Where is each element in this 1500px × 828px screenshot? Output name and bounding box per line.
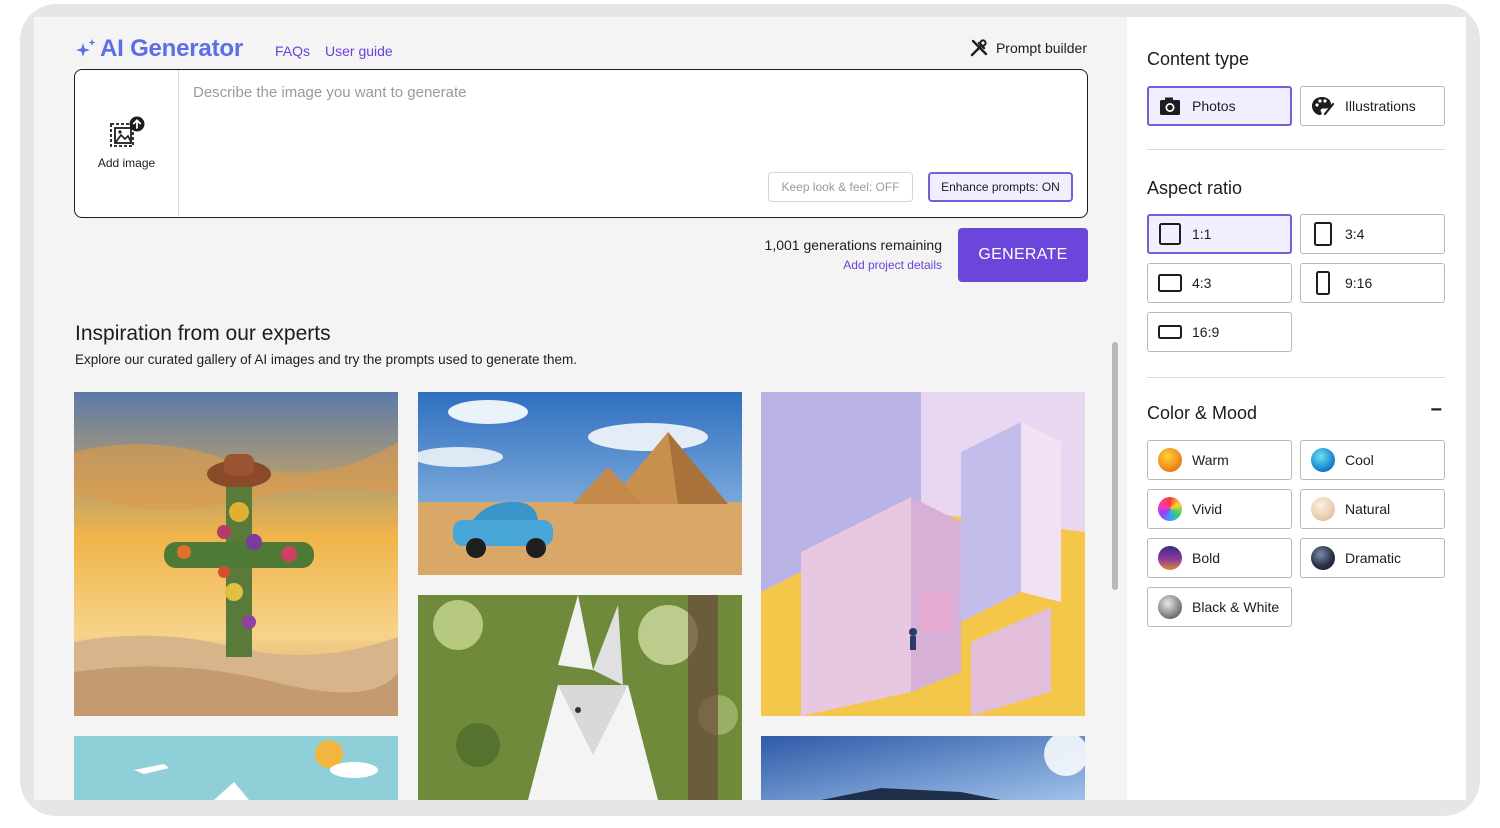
tools-icon (970, 39, 988, 57)
ratio-label: 1:1 (1192, 226, 1212, 242)
photos-label: Photos (1192, 98, 1236, 114)
settings-sidebar: Content type Photos Illustrations Aspect… (1127, 17, 1466, 800)
aspect-ratio-3-4[interactable]: 3:4 (1300, 214, 1445, 254)
tall-ratio-icon (1311, 271, 1335, 295)
collapse-icon[interactable]: − (1430, 400, 1442, 420)
section-divider (1147, 377, 1445, 378)
gallery-image-origami-rabbit[interactable] (418, 595, 742, 800)
dramatic-swatch-icon (1311, 546, 1335, 570)
inspiration-subtitle: Explore our curated gallery of AI images… (75, 352, 578, 367)
mood-label: Bold (1192, 550, 1221, 566)
prompt-input[interactable] (193, 84, 1053, 164)
sparkle-icon (76, 39, 96, 57)
section-divider (1147, 149, 1445, 150)
black-white-swatch-icon (1158, 595, 1182, 619)
add-image-icon (109, 116, 144, 147)
enhance-prompts-toggle[interactable]: Enhance prompts: ON (928, 172, 1073, 202)
bold-swatch-icon (1158, 546, 1182, 570)
square-ratio-icon (1158, 222, 1182, 246)
mood-label: Warm (1192, 452, 1229, 468)
main-panel: AI Generator FAQs User guide Prompt buil… (34, 17, 1127, 800)
camera-icon (1158, 94, 1182, 118)
prompt-builder-button[interactable]: Prompt builder (970, 39, 1087, 57)
color-mood-title: Color & Mood (1147, 403, 1258, 423)
portrait-ratio-icon (1311, 222, 1335, 246)
faqs-link[interactable]: FAQs (275, 43, 310, 59)
gallery-image-car-pyramids[interactable] (418, 392, 742, 575)
app-screen: AI Generator FAQs User guide Prompt buil… (34, 17, 1466, 800)
keep-look-toggle[interactable]: Keep look & feel: OFF (768, 172, 913, 202)
warm-swatch-icon (1158, 448, 1182, 472)
natural-swatch-icon (1311, 497, 1335, 521)
add-image-label: Add image (97, 156, 156, 170)
wide-ratio-icon (1158, 320, 1182, 344)
mood-label: Natural (1345, 501, 1391, 517)
mood-label: Dramatic (1345, 550, 1402, 566)
ratio-label: 3:4 (1345, 226, 1365, 242)
mood-label: Cool (1345, 452, 1374, 468)
mood-label: Vivid (1192, 501, 1223, 517)
mood-cool[interactable]: Cool (1300, 440, 1445, 480)
add-image-button[interactable]: Add image (75, 70, 179, 216)
illustrations-label: Illustrations (1345, 98, 1416, 114)
generate-button[interactable]: GENERATE (958, 228, 1088, 282)
palette-icon (1311, 94, 1335, 118)
mood-warm[interactable]: Warm (1147, 440, 1292, 480)
ratio-label: 4:3 (1192, 275, 1212, 291)
generations-remaining: 1,001 generations remaining (764, 237, 942, 253)
gallery-scrollbar[interactable] (1112, 342, 1118, 590)
prompt-box: Add image Keep look & feel: OFF Enhance … (74, 69, 1088, 218)
prompt-builder-label: Prompt builder (995, 40, 1087, 56)
app-logo[interactable]: AI Generator (74, 35, 243, 63)
logo-text: AI Generator (100, 35, 243, 62)
ratio-label: 16:9 (1192, 324, 1220, 340)
gallery-image-isometric-maze[interactable] (761, 392, 1085, 716)
mood-black-white[interactable]: Black & White (1147, 587, 1292, 627)
landscape-ratio-icon (1158, 271, 1182, 295)
aspect-ratio-9-16[interactable]: 9:16 (1300, 263, 1445, 303)
mood-natural[interactable]: Natural (1300, 489, 1445, 529)
aspect-ratio-16-9[interactable]: 16:9 (1147, 312, 1292, 352)
content-type-photos[interactable]: Photos (1147, 86, 1292, 126)
content-type-illustrations[interactable]: Illustrations (1300, 86, 1445, 126)
gallery-image-flower-scarecrow[interactable] (74, 392, 398, 716)
user-guide-link[interactable]: User guide (325, 43, 393, 59)
mood-bold[interactable]: Bold (1147, 538, 1292, 578)
inspiration-title: Inspiration from our experts (75, 322, 331, 345)
mood-label: Black & White (1192, 599, 1280, 615)
content-type-title: Content type (1147, 49, 1250, 69)
add-project-details-link[interactable]: Add project details (843, 258, 942, 272)
vivid-swatch-icon (1158, 497, 1182, 521)
aspect-ratio-4-3[interactable]: 4:3 (1147, 263, 1292, 303)
aspect-ratio-title: Aspect ratio (1147, 178, 1243, 198)
gallery-image-paper-sky[interactable] (74, 736, 398, 800)
ratio-label: 9:16 (1345, 275, 1373, 291)
aspect-ratio-1-1[interactable]: 1:1 (1147, 214, 1292, 254)
mood-dramatic[interactable]: Dramatic (1300, 538, 1445, 578)
mood-vivid[interactable]: Vivid (1147, 489, 1292, 529)
cool-swatch-icon (1311, 448, 1335, 472)
gallery-image-architecture[interactable] (761, 736, 1085, 800)
